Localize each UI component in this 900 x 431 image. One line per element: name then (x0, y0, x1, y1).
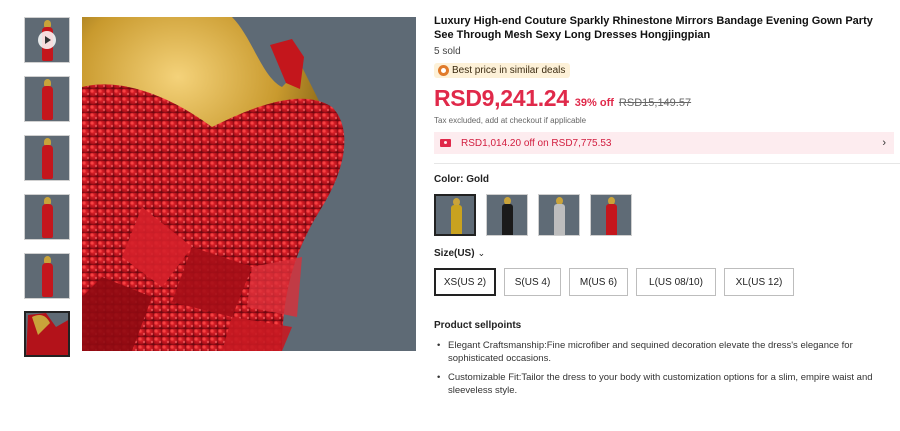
color-swatch-black[interactable] (486, 194, 528, 236)
dress-closeup-image (26, 313, 68, 355)
thumbnail-2[interactable] (24, 76, 70, 122)
discount-percent: 39% off (574, 97, 614, 109)
dress-shape (42, 204, 53, 238)
thumbnail-6-selected[interactable] (24, 311, 70, 357)
size-option-xs[interactable]: XS(US 2) (434, 268, 496, 296)
product-info: Luxury High-end Couture Sparkly Rhinesto… (434, 14, 900, 403)
color-label: Color: Gold (434, 174, 489, 185)
sellpoint-item: Customizable Fit:Tailor the dress to you… (434, 371, 889, 397)
coupon-icon (440, 139, 451, 147)
sellpoint-item: Elegant Craftsmanship:Fine microfiber an… (434, 339, 889, 365)
size-label[interactable]: Size(US) ⌄ (434, 248, 894, 259)
coupon-banner[interactable]: RSD1,014.20 off on RSD7,775.53 › (434, 132, 894, 154)
original-price: RSD15,149.57 (618, 97, 692, 109)
thumbnail-3[interactable] (24, 135, 70, 181)
thumbnail-4[interactable] (24, 194, 70, 240)
best-price-label: Best price in similar deals (452, 65, 566, 76)
color-swatches (434, 194, 894, 236)
tax-note: Tax excluded, add at checkout if applica… (434, 116, 587, 125)
divider (434, 163, 900, 164)
sellpoints-list: Elegant Craftsmanship:Fine microfiber an… (434, 339, 894, 397)
dress-image (82, 17, 416, 351)
dress-shape (502, 204, 513, 235)
size-options: XS(US 2) S(US 4) M(US 6) L(US 08/10) XL(… (434, 268, 894, 296)
color-swatch-red[interactable] (590, 194, 632, 236)
price-row: RSD9,241.24 39% off RSD15,149.57 (434, 85, 894, 112)
color-swatch-gold[interactable] (434, 194, 476, 236)
dress-shape (42, 263, 53, 297)
size-option-m[interactable]: M(US 6) (569, 268, 628, 296)
current-price: RSD9,241.24 (434, 85, 569, 111)
dress-shape (42, 145, 53, 179)
best-price-icon (438, 65, 449, 76)
dress-shape (451, 205, 462, 234)
thumbnail-5[interactable] (24, 253, 70, 299)
play-icon (38, 31, 56, 49)
dress-shape (554, 204, 565, 235)
coupon-text: RSD1,014.20 off on RSD7,775.53 (461, 137, 612, 149)
size-option-s[interactable]: S(US 4) (504, 268, 561, 296)
product-title: Luxury High-end Couture Sparkly Rhinesto… (434, 15, 873, 41)
best-price-badge: Best price in similar deals (434, 63, 571, 78)
thumbnail-video[interactable] (24, 17, 70, 63)
size-option-l[interactable]: L(US 08/10) (636, 268, 716, 296)
size-option-xl[interactable]: XL(US 12) (724, 268, 794, 296)
chevron-right-icon: › (882, 137, 886, 149)
sellpoints-title: Product sellpoints (434, 320, 522, 331)
sold-count: 5 sold (434, 46, 461, 57)
color-swatch-silver[interactable] (538, 194, 580, 236)
chevron-down-icon: ⌄ (477, 248, 486, 258)
dress-shape (42, 86, 53, 120)
dress-shape (606, 204, 617, 235)
main-product-image[interactable] (82, 17, 416, 351)
size-label-text: Size(US) (434, 248, 475, 259)
